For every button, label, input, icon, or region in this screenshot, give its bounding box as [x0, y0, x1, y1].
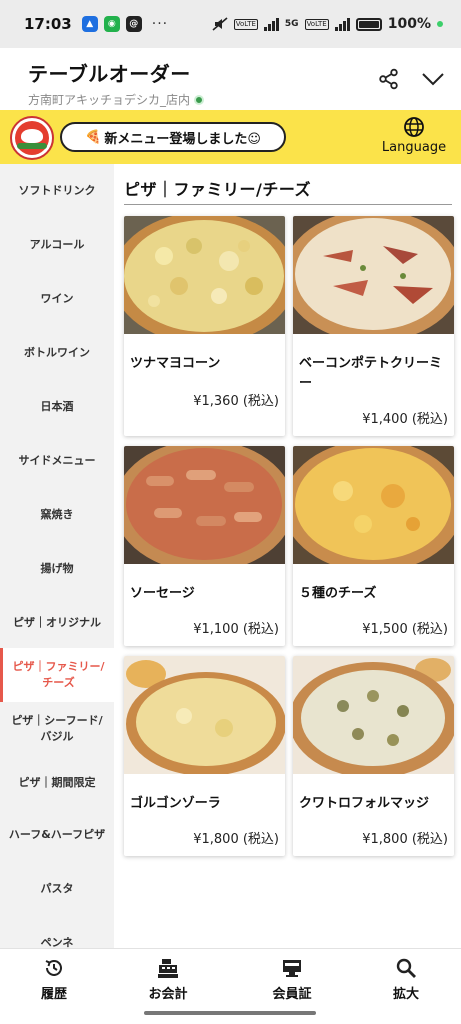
threads-app-icon: @ [125, 16, 142, 32]
product-price: ¥1,400 (税込) [362, 412, 448, 427]
category-alcohol[interactable]: アルコール [0, 218, 114, 272]
category-sake[interactable]: 日本酒 [0, 380, 114, 434]
volte-badge: VoLTE [233, 18, 258, 30]
product-card[interactable]: ５種のチーズ ¥1,500 (税込) [293, 446, 454, 646]
product-name: ゴルゴンゾーラ [130, 796, 221, 811]
product-card[interactable]: ゴルゴンゾーラ ¥1,800 (税込) [124, 656, 285, 856]
restaurant-logo [10, 116, 54, 160]
clock: 17:03 [24, 15, 72, 33]
nav-membership[interactable]: 会員証 [252, 957, 332, 1002]
category-sidebar: ソフトドリンク アルコール ワイン ボトルワイン 日本酒 サイドメニュー 窯焼き… [0, 164, 114, 948]
category-pizza-limited[interactable]: ピザ｜期間限定 [0, 756, 114, 810]
more-notifications: ··· [151, 16, 169, 32]
announcement-text: 新メニュー登場しました☺ [104, 131, 261, 147]
category-fried[interactable]: 揚げ物 [0, 542, 114, 596]
product-name: ベーコンポテトクリーミー [299, 356, 443, 391]
product-name: ソーセージ [130, 586, 195, 601]
category-penne[interactable]: ペンネ [0, 916, 114, 948]
nav-membership-label: 会員証 [272, 987, 312, 1002]
signal-icon [263, 17, 279, 31]
menu-content: ピザ｜ファミリー/チーズ ツナマヨコーン ¥1,360 (税込) ベーコンポテト… [114, 164, 461, 948]
language-label: Language [381, 140, 447, 155]
product-price: ¥1,100 (税込) [193, 622, 279, 637]
category-kiln-baked[interactable]: 窯焼き [0, 488, 114, 542]
section-divider [124, 204, 452, 205]
category-pizza-family-cheese[interactable]: ピザ｜ファミリー/チーズ [0, 648, 114, 702]
line-app-icon: ◉ [103, 16, 120, 32]
pizza-icon: 🍕 [85, 129, 102, 145]
category-pizza-seafood-basil[interactable]: ピザ｜シーフード/バジル [0, 702, 114, 756]
category-side-menu[interactable]: サイドメニュー [0, 434, 114, 488]
nav-checkout[interactable]: お会計 [128, 957, 208, 1002]
product-image [293, 656, 454, 774]
category-pizza-original[interactable]: ピザ｜オリジナル [0, 596, 114, 650]
store-status-dot [194, 94, 205, 105]
category-soft-drink[interactable]: ソフトドリンク [0, 164, 114, 218]
nav-zoom-label: 拡大 [392, 987, 419, 1002]
product-image [124, 656, 285, 774]
category-half-and-half-pizza[interactable]: ハーフ&ハーフピザ [0, 808, 114, 862]
mute-icon [212, 17, 228, 31]
home-indicator[interactable] [144, 1011, 316, 1015]
nav-history[interactable]: 履歴 [14, 957, 94, 1002]
battery-level: 100% [387, 16, 431, 32]
membership-card-icon [283, 960, 301, 977]
notification-app-icon: ▲ [81, 16, 98, 32]
nav-checkout-label: お会計 [148, 987, 188, 1002]
product-name: クワトロフォルマッジ [299, 796, 430, 811]
status-bar: 17:03 ▲ ◉ @ ··· VoLTE 5G VoLTE 100% [0, 0, 461, 48]
section-title: ピザ｜ファミリー/チーズ [124, 180, 312, 199]
network-5g: 5G [284, 19, 299, 29]
announcement-button[interactable]: 🍕 新メニュー登場しました☺ [60, 122, 286, 152]
product-image [293, 446, 454, 564]
product-price: ¥1,800 (税込) [362, 832, 448, 847]
product-price: ¥1,500 (税込) [362, 622, 448, 637]
nav-history-label: 履歴 [40, 987, 67, 1002]
product-price: ¥1,800 (税込) [193, 832, 279, 847]
nav-zoom[interactable]: 拡大 [366, 957, 446, 1002]
globe-icon [404, 117, 424, 137]
store-name-text: 方南町アキッチョデシカ_店内 [28, 93, 191, 107]
register-icon [158, 959, 178, 978]
product-image [124, 446, 285, 564]
product-card[interactable]: ベーコンポテトクリーミー ¥1,400 (税込) [293, 216, 454, 436]
category-pasta[interactable]: パスタ [0, 862, 114, 916]
category-wine[interactable]: ワイン [0, 272, 114, 326]
volte-badge-2: VoLTE [304, 18, 329, 30]
language-button[interactable]: Language [374, 116, 454, 160]
product-card[interactable]: クワトロフォルマッジ ¥1,800 (税込) [293, 656, 454, 856]
product-name: ５種のチーズ [299, 586, 377, 601]
product-image [293, 216, 454, 334]
signal-icon-2 [334, 17, 350, 31]
product-price: ¥1,360 (税込) [193, 394, 279, 409]
zoom-icon [396, 958, 416, 978]
chevron-down-icon [422, 73, 444, 86]
battery-icon [355, 17, 382, 31]
product-image [124, 216, 285, 334]
history-icon [45, 959, 62, 976]
product-name: ツナマヨコーン [130, 356, 221, 371]
collapse-button[interactable] [420, 66, 446, 92]
store-name: 方南町アキッチョデシカ_店内 [28, 91, 461, 108]
share-icon [379, 68, 398, 90]
privacy-dot [437, 21, 443, 27]
product-card[interactable]: ソーセージ ¥1,100 (税込) [124, 446, 285, 646]
promo-banner: 🍕 新メニュー登場しました☺ Language [0, 110, 461, 164]
product-card[interactable]: ツナマヨコーン ¥1,360 (税込) [124, 216, 285, 436]
app-header: テーブルオーダー 方南町アキッチョデシカ_店内 [0, 48, 461, 110]
share-button[interactable] [376, 66, 402, 92]
category-bottle-wine[interactable]: ボトルワイン [0, 326, 114, 380]
